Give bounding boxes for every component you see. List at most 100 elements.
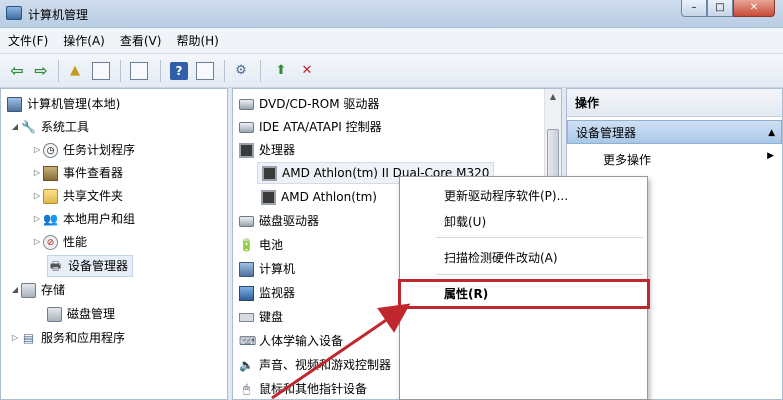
tree-label: 计算机管理(本地) [27, 97, 121, 111]
up-folder-icon[interactable]: ▲ [66, 62, 84, 80]
close-button[interactable]: ✕ [733, 0, 775, 17]
tree-label: 服务和应用程序 [41, 331, 126, 345]
tree-label: 本地用户和组 [63, 212, 136, 226]
tree-item-local-users[interactable]: ▷ 👥 本地用户和组 [31, 208, 135, 230]
device-category-hid[interactable]: ⌨ 人体学输入设备 [239, 330, 343, 352]
device-label: AMD Athlon(tm) [281, 190, 377, 204]
update-driver-icon[interactable]: ⬆ [272, 62, 290, 80]
title-bar: 计算机管理 – □ ✕ [0, 0, 783, 28]
expand-triangle-icon[interactable]: ▷ [31, 231, 43, 253]
chevron-right-icon[interactable]: ▶ [767, 151, 774, 161]
device-category-monitors[interactable]: 监视器 [239, 282, 295, 304]
tree-item-storage[interactable]: ◢ 存储 [9, 279, 65, 301]
monitor-icon [239, 285, 254, 301]
tree-item-services[interactable]: ▷ ▤ 服务和应用程序 [9, 327, 125, 349]
tree-item-task-scheduler[interactable]: ▷ ◷ 任务计划程序 [31, 139, 135, 161]
device-label: 电池 [259, 238, 284, 252]
tree-item-performance[interactable]: ▷ ⊘ 性能 [31, 231, 87, 253]
device-category-computer[interactable]: 计算机 [239, 258, 295, 280]
expand-triangle-icon[interactable]: ▷ [31, 185, 43, 207]
device-label: 计算机 [259, 262, 296, 276]
device-category-dvd[interactable]: DVD/CD-ROM 驱动器 [239, 93, 379, 115]
actions-section-device-manager[interactable]: 设备管理器 ▲ [567, 120, 782, 144]
device-label: 鼠标和其他指针设备 [259, 382, 368, 396]
device-label: 监视器 [259, 286, 296, 300]
show-action-pane-icon[interactable] [196, 62, 214, 80]
disk-management-icon [47, 306, 62, 322]
storage-icon [21, 282, 36, 298]
scan-hardware-icon[interactable]: ⚙ [232, 62, 250, 80]
toolbar-separator [58, 60, 59, 82]
section-label: 设备管理器 [576, 126, 637, 140]
menu-separator [436, 274, 643, 275]
scroll-up-icon[interactable]: ▲ [545, 89, 561, 105]
event-log-icon [43, 165, 58, 181]
tree-label: 事件查看器 [63, 166, 124, 180]
tree-item-device-manager[interactable]: 🖶 设备管理器 [47, 255, 134, 277]
collapse-triangle-icon[interactable]: ◢ [9, 279, 21, 301]
expand-triangle-icon[interactable]: ▷ [31, 208, 43, 230]
device-category-ide[interactable]: IDE ATA/ATAPI 控制器 [239, 116, 382, 138]
tree-label: 磁盘管理 [67, 307, 116, 321]
keyboard-icon [239, 312, 254, 322]
clock-icon: ◷ [43, 142, 58, 158]
export-list-icon[interactable] [130, 62, 148, 80]
menu-bar: 文件(F) 操作(A) 查看(V) 帮助(H) [0, 28, 783, 54]
device-category-sound[interactable]: 🔈 声音、视频和游戏控制器 [239, 354, 391, 376]
expand-triangle-icon[interactable]: ▷ [9, 327, 21, 349]
tree-item-system-tools[interactable]: ◢ 🔧 系统工具 [9, 116, 89, 138]
tree-item-root[interactable]: 计算机管理(本地) [7, 93, 120, 115]
minimize-button[interactable]: – [681, 0, 707, 17]
battery-icon: 🔋 [239, 237, 254, 252]
menu-item-update-driver[interactable]: 更新驱动程序软件(P)... [444, 187, 568, 204]
processor-icon [239, 142, 254, 158]
device-label: 磁盘驱动器 [259, 214, 320, 228]
device-category-processors[interactable]: 处理器 [239, 139, 295, 161]
menu-view[interactable]: 查看(V) [120, 32, 162, 49]
device-category-mice[interactable]: 🖱 鼠标和其他指针设备 [239, 378, 368, 399]
processor-icon [262, 165, 277, 181]
menu-separator [436, 237, 643, 238]
device-label: 声音、视频和游戏控制器 [259, 358, 392, 372]
device-manager-icon: 🖶 [49, 258, 62, 273]
ide-controller-icon [239, 121, 254, 133]
expand-triangle-icon[interactable]: ▷ [31, 162, 43, 184]
toolbar: ⇦ ⇨ ▲ ? ⚙ ⬆ ✕ [0, 54, 783, 88]
device-category-keyboard[interactable]: 键盘 [239, 306, 283, 328]
window-title: 计算机管理 [28, 8, 89, 22]
properties-highlight-box [398, 279, 650, 309]
tree-item-disk-management[interactable]: 磁盘管理 [47, 303, 115, 325]
performance-icon: ⊘ [43, 234, 58, 250]
forward-arrow-icon[interactable]: ⇨ [32, 62, 50, 80]
tree-item-shared-folders[interactable]: ▷ 共享文件夹 [31, 185, 123, 207]
uninstall-device-icon[interactable]: ✕ [298, 62, 316, 80]
tree-item-event-viewer[interactable]: ▷ 事件查看器 [31, 162, 123, 184]
expand-triangle-icon[interactable]: ▷ [31, 139, 43, 161]
menu-help[interactable]: 帮助(H) [176, 32, 218, 49]
toolbar-separator [120, 60, 121, 82]
menu-item-uninstall[interactable]: 卸载(U) [444, 213, 486, 230]
menu-file[interactable]: 文件(F) [8, 32, 48, 49]
toolbar-separator [260, 60, 261, 82]
context-menu: 更新驱动程序软件(P)... 卸载(U) 扫描检测硬件改动(A) 属性(R) [398, 176, 650, 400]
back-arrow-icon[interactable]: ⇦ [8, 62, 26, 80]
tree-label: 任务计划程序 [63, 143, 136, 157]
device-category-disk-drives[interactable]: 磁盘驱动器 [239, 210, 319, 232]
collapse-triangle-icon[interactable]: ◢ [9, 116, 21, 138]
collapse-up-icon[interactable]: ▲ [768, 121, 775, 145]
more-actions-link[interactable]: 更多操作 [603, 151, 651, 168]
tools-icon: 🔧 [21, 119, 36, 134]
services-icon: ▤ [22, 330, 35, 345]
show-hide-tree-icon[interactable] [92, 62, 110, 80]
menu-action[interactable]: 操作(A) [63, 32, 105, 49]
device-item-cpu2[interactable]: AMD Athlon(tm) [261, 186, 377, 208]
help-icon[interactable]: ? [170, 62, 188, 80]
menu-item-scan-hardware[interactable]: 扫描检测硬件改动(A) [444, 249, 558, 266]
device-category-battery[interactable]: 🔋 电池 [239, 234, 283, 256]
tree-label: 性能 [63, 235, 88, 249]
users-icon: 👥 [43, 211, 58, 226]
device-label: DVD/CD-ROM 驱动器 [259, 97, 380, 111]
tree-label: 共享文件夹 [63, 189, 124, 203]
computer-icon [7, 96, 22, 112]
maximize-button[interactable]: □ [707, 0, 733, 17]
